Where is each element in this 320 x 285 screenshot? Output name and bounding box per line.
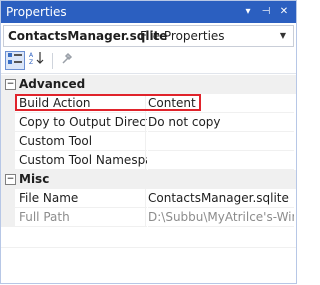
- property-name: Build Action: [15, 94, 147, 113]
- property-name: File Name: [15, 189, 147, 208]
- property-row-copy-to-output[interactable]: Copy to Output Directo Do not copy: [1, 113, 296, 132]
- row-gutter: [1, 208, 15, 227]
- property-value[interactable]: ContactsManager.sqlite: [148, 189, 294, 208]
- property-value[interactable]: [148, 151, 294, 170]
- property-name: Full Path: [15, 208, 147, 227]
- property-value[interactable]: Content: [148, 94, 294, 113]
- column-divider[interactable]: [145, 94, 146, 113]
- toolbar-separator: [52, 53, 53, 69]
- svg-text:Z: Z: [29, 59, 33, 65]
- property-row-custom-tool-namespace[interactable]: Custom Tool Namespac: [1, 151, 296, 170]
- property-value[interactable]: Do not copy: [148, 113, 294, 132]
- row-gutter: [1, 94, 15, 113]
- row-gutter: [1, 189, 15, 208]
- row-gutter: [1, 113, 15, 132]
- row-gutter: [1, 132, 15, 151]
- property-row-build-action[interactable]: Build Action Content: [1, 94, 296, 113]
- property-name: Custom Tool: [15, 132, 147, 151]
- row-gutter: [1, 151, 15, 170]
- object-selector[interactable]: ContactsManager.sqlite File Properties ▼: [3, 25, 294, 47]
- column-divider[interactable]: [145, 113, 146, 132]
- chevron-down-icon[interactable]: ▼: [277, 29, 289, 43]
- auto-hide-pin-icon[interactable]: ⊣: [258, 3, 274, 20]
- collapse-icon[interactable]: −: [5, 79, 16, 90]
- svg-text:A: A: [29, 52, 34, 59]
- column-divider[interactable]: [145, 208, 146, 227]
- category-misc[interactable]: − Misc: [1, 170, 296, 189]
- column-divider[interactable]: [145, 151, 146, 170]
- object-type: File Properties: [140, 29, 225, 43]
- description-separator: [1, 247, 296, 248]
- properties-panel: Properties ▾ ⊣ ✕ ContactsManager.sqlite …: [0, 0, 297, 284]
- properties-toolbar: A Z: [1, 49, 296, 74]
- collapse-icon[interactable]: −: [5, 174, 16, 185]
- property-row-full-path[interactable]: Full Path D:\Subbu\MyAtrilce's-Wind: [1, 208, 296, 227]
- property-value[interactable]: [148, 132, 294, 151]
- category-advanced[interactable]: − Advanced: [1, 75, 296, 94]
- property-name: Copy to Output Directo: [15, 113, 147, 132]
- property-pages-icon[interactable]: [57, 51, 77, 70]
- category-label: Misc: [19, 172, 50, 186]
- property-grid: − Advanced Build Action Content Copy to …: [1, 75, 296, 227]
- property-row-custom-tool[interactable]: Custom Tool: [1, 132, 296, 151]
- column-divider[interactable]: [145, 189, 146, 208]
- window-position-dropdown[interactable]: ▾: [240, 3, 256, 20]
- alphabetical-icon[interactable]: A Z: [27, 51, 47, 70]
- property-row-file-name[interactable]: File Name ContactsManager.sqlite: [1, 189, 296, 208]
- title-bar: Properties ▾ ⊣ ✕: [1, 1, 296, 23]
- panel-title: Properties: [6, 5, 67, 19]
- column-divider[interactable]: [145, 132, 146, 151]
- property-name: Custom Tool Namespac: [15, 151, 147, 170]
- categorized-icon[interactable]: [5, 51, 25, 70]
- property-value[interactable]: D:\Subbu\MyAtrilce's-Wind: [148, 208, 294, 227]
- close-icon[interactable]: ✕: [276, 3, 292, 20]
- category-label: Advanced: [19, 77, 86, 91]
